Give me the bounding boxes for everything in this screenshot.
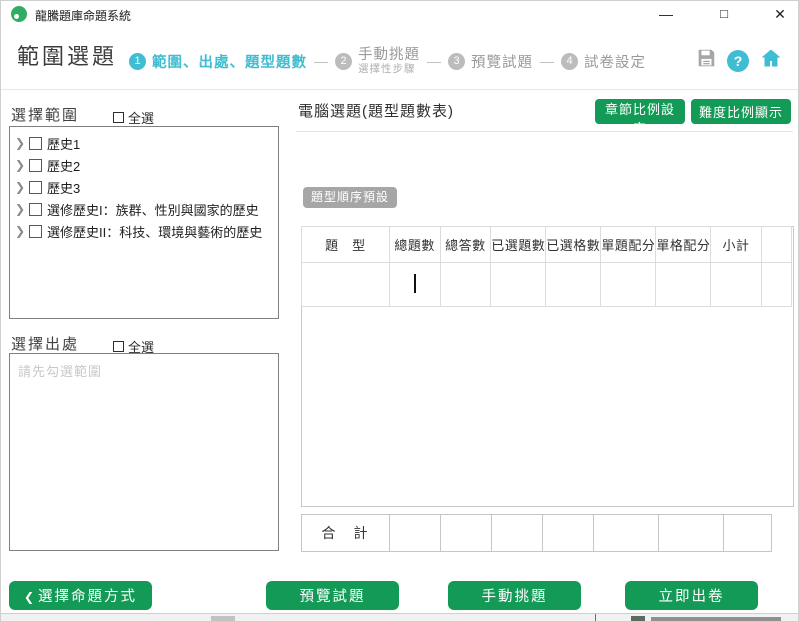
table-cell[interactable] <box>761 263 791 307</box>
home-icon[interactable] <box>759 46 783 75</box>
table-cell[interactable] <box>601 263 656 307</box>
background-window-fragment <box>651 617 781 622</box>
generate-exam-button[interactable]: 立即出卷 <box>625 581 758 610</box>
step-4-circle[interactable]: 4 <box>561 53 578 70</box>
step-2-sublabel: 選擇性步驟 <box>358 63 420 75</box>
col-header: 單題配分 <box>601 227 656 263</box>
text-caret <box>414 274 416 293</box>
table-cell[interactable] <box>491 263 546 307</box>
type-order-preset-button[interactable]: 題型順序預設 <box>303 187 397 208</box>
page-title: 範圍選題 <box>17 39 117 71</box>
minimize-button[interactable]: — <box>649 3 683 25</box>
source-placeholder: 請先勾選範圍 <box>18 361 102 380</box>
background-window-edge <box>595 614 596 622</box>
table-header-row: 題 型 總題數 總答數 已選題數 已選格數 單題配分 單格配分 小計 <box>302 227 792 263</box>
title-bar: 龍騰題庫命題系統 — □ ✕ <box>1 1 798 28</box>
chevron-right-icon[interactable]: ❯ <box>15 225 27 237</box>
total-cell <box>390 515 441 552</box>
table-row <box>302 263 792 307</box>
question-grid-container: 題 型 總題數 總答數 已選題數 已選格數 單題配分 單格配分 小計 <box>301 226 794 507</box>
step-separator: — <box>540 53 554 69</box>
right-panel-divider <box>296 131 793 132</box>
table-cell[interactable] <box>656 263 711 307</box>
range-tree: ❯ 歷史1 ❯ 歷史2 ❯ 歷史3 ❯ 選修歷史I：族群、性別與國家的歷史 ❯ … <box>9 126 279 319</box>
total-cell <box>594 515 659 552</box>
col-header: 已選題數 <box>491 227 546 263</box>
table-cell[interactable] <box>440 263 491 307</box>
help-icon[interactable]: ? <box>727 50 749 72</box>
source-select-all-checkbox[interactable] <box>113 341 124 352</box>
tree-item[interactable]: ❯ 歷史3 <box>10 176 278 198</box>
col-header <box>761 227 791 263</box>
tree-checkbox[interactable] <box>29 137 42 150</box>
total-cell <box>492 515 543 552</box>
maximize-button[interactable]: □ <box>707 3 741 25</box>
background-window-strip <box>1 613 799 622</box>
step-separator: — <box>314 53 328 69</box>
tree-item[interactable]: ❯ 歷史1 <box>10 132 278 154</box>
range-section-title: 選擇範圍 <box>11 104 79 125</box>
header-divider <box>1 89 798 90</box>
total-cell <box>441 515 492 552</box>
save-icon[interactable] <box>695 47 717 74</box>
app-logo-icon <box>11 6 27 22</box>
source-section-title: 選擇出處 <box>11 333 79 354</box>
col-header: 題 型 <box>302 227 390 263</box>
step-4-label[interactable]: 試卷設定 <box>584 51 646 72</box>
chevron-right-icon[interactable]: ❯ <box>15 203 27 215</box>
col-header: 總答數 <box>440 227 491 263</box>
total-cell <box>543 515 594 552</box>
chapter-ratio-button[interactable]: 章節比例設定 <box>595 99 685 124</box>
tree-item[interactable]: ❯ 歷史2 <box>10 154 278 176</box>
tree-checkbox[interactable] <box>29 203 42 216</box>
step-3-circle[interactable]: 3 <box>448 53 465 70</box>
total-label: 合 計 <box>302 515 390 552</box>
total-row-table: 合 計 <box>301 514 772 552</box>
background-window-icon <box>631 616 645 622</box>
tree-item[interactable]: ❯ 選修歷史II：科技、環境與藝術的歷史 <box>10 220 278 242</box>
col-header: 小計 <box>711 227 761 263</box>
manual-pick-button[interactable]: 手動挑題 <box>448 581 581 610</box>
total-cell <box>659 515 724 552</box>
chevron-left-icon: ❮ <box>24 590 34 604</box>
table-cell[interactable] <box>546 263 601 307</box>
col-header: 單格配分 <box>656 227 711 263</box>
step-3-label[interactable]: 預覽試題 <box>471 51 533 72</box>
preview-questions-button[interactable]: 預覽試題 <box>266 581 399 610</box>
tree-checkbox[interactable] <box>29 181 42 194</box>
step-1-circle: 1 <box>129 53 146 70</box>
wizard-steps: 1 範圍、出處、題型題數 — 2 手動挑題 選擇性步驟 — 3 預覽試題 — 4… <box>129 43 646 79</box>
col-header: 已選格數 <box>546 227 601 263</box>
computer-selection-title: 電腦選題(題型題數表) <box>298 100 454 121</box>
table-cell[interactable] <box>711 263 761 307</box>
chevron-right-icon[interactable]: ❯ <box>15 137 27 149</box>
chevron-right-icon[interactable]: ❯ <box>15 181 27 193</box>
total-row: 合 計 <box>302 515 772 552</box>
source-list: 請先勾選範圍 <box>9 353 279 551</box>
step-2-label[interactable]: 手動挑題 <box>358 47 420 64</box>
difficulty-ratio-button[interactable]: 難度比例顯示 <box>691 99 791 124</box>
close-button[interactable]: ✕ <box>763 3 797 25</box>
step-2-circle[interactable]: 2 <box>335 53 352 70</box>
range-select-all-checkbox[interactable] <box>113 112 124 123</box>
range-select-all[interactable]: 全選 <box>113 108 154 127</box>
chevron-right-icon[interactable]: ❯ <box>15 159 27 171</box>
back-to-method-button[interactable]: ❮選擇命題方式 <box>9 581 152 610</box>
step-separator: — <box>427 53 441 69</box>
tree-item[interactable]: ❯ 選修歷史I：族群、性別與國家的歷史 <box>10 198 278 220</box>
step-1-label: 範圍、出處、題型題數 <box>152 51 307 72</box>
tree-checkbox[interactable] <box>29 159 42 172</box>
app-window: 龍騰題庫命題系統 — □ ✕ 範圍選題 1 範圍、出處、題型題數 — 2 手動挑… <box>0 0 799 622</box>
col-header: 總題數 <box>389 227 440 263</box>
total-cell <box>724 515 772 552</box>
background-scrollbar-thumb <box>211 616 235 622</box>
app-title: 龍騰題庫命題系統 <box>35 7 131 24</box>
tree-checkbox[interactable] <box>29 225 42 238</box>
table-cell[interactable] <box>302 263 390 307</box>
question-type-table: 題 型 總題數 總答數 已選題數 已選格數 單題配分 單格配分 小計 <box>301 226 792 307</box>
